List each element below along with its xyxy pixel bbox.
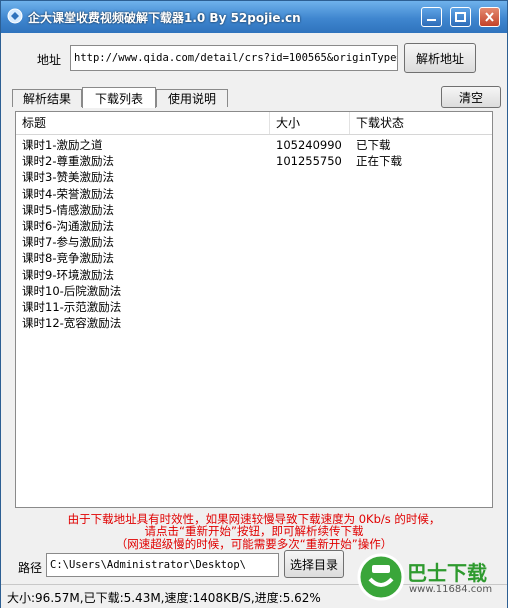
table-row[interactable]: 课时7-参与激励法 [16, 234, 492, 250]
column-size[interactable]: 大小 [270, 112, 350, 134]
app-logo-icon [7, 8, 23, 24]
path-label: 路径 [18, 561, 43, 575]
address-label: 地址 [37, 53, 62, 67]
download-list[interactable]: 标题 大小 下载状态 课时1-激励之道 105240990 已下载 课时2-尊重激励法… [15, 111, 493, 508]
minimize-icon [427, 19, 436, 21]
clear-button[interactable]: 清空 [441, 86, 501, 108]
column-status[interactable]: 下载状态 [350, 112, 492, 134]
cell-size: 101255750 [276, 154, 342, 169]
close-icon [485, 12, 494, 22]
table-row[interactable]: 课时2-尊重激励法 101255750 正在下载 [16, 153, 492, 169]
list-header: 标题 大小 下载状态 [16, 112, 492, 135]
cell-title: 课时5-情感激励法 [22, 202, 114, 217]
select-directory-button[interactable]: 选择目录 [284, 550, 344, 578]
maximize-icon [455, 12, 466, 22]
cell-title: 课时6-沟通激励法 [22, 219, 114, 233]
table-row[interactable]: 课时8-竞争激励法 [16, 250, 492, 266]
parse-address-button[interactable]: 解析地址 [404, 43, 476, 73]
close-button[interactable] [479, 7, 500, 27]
address-input[interactable]: http://www.qida.com/detail/crs?id=100565… [70, 45, 398, 71]
watermark-brand: 巴士下载 [407, 561, 487, 585]
table-row[interactable]: 课时12-宽容激励法 [16, 315, 492, 331]
notice-line-3: （网速超级慢的时候，可能需要多次“重新开始”操作） [115, 537, 393, 551]
cell-title: 课时9-环境激励法 [22, 267, 114, 282]
table-row[interactable]: 课时5-情感激励法 [16, 202, 492, 218]
title-bar[interactable]: 企大课堂收费视频破解下载器1.0 By 52pojie.cn [1, 1, 507, 33]
cell-size: 105240990 [276, 138, 342, 152]
watermark-url: www.11684.com [409, 584, 493, 595]
table-row[interactable]: 课时6-沟通激励法 [16, 218, 492, 234]
cell-title: 课时8-竞争激励法 [22, 251, 114, 266]
table-row[interactable]: 课时11-示范激励法 [16, 299, 492, 315]
minimize-button[interactable] [421, 7, 442, 27]
cell-title: 课时4-荣誉激励法 [22, 186, 114, 201]
window-title: 企大课堂收费视频破解下载器1.0 By 52pojie.cn [28, 11, 301, 25]
maximize-button[interactable] [450, 7, 471, 27]
cell-title: 课时7-参与激励法 [22, 235, 114, 250]
cell-title: 课时3-赞美激励法 [22, 170, 114, 185]
table-row[interactable]: 课时10-后院激励法 [16, 283, 492, 299]
cell-title: 课时10-后院激励法 [22, 283, 122, 298]
cell-status: 正在下载 [356, 154, 402, 169]
table-row[interactable]: 课时4-荣誉激励法 [16, 186, 492, 202]
tab-download-list[interactable]: 下载列表 [82, 87, 156, 108]
cell-status: 已下载 [356, 138, 391, 152]
cell-title: 课时12-宽容激励法 [22, 316, 122, 331]
cell-title: 课时2-尊重激励法 [22, 154, 114, 169]
status-text: 大小:96.57M,已下载:5.43M,速度:1408KB/S,进度:5.62% [7, 591, 321, 605]
table-row[interactable]: 课时9-环境激励法 [16, 267, 492, 283]
table-row[interactable]: 课时1-激励之道 105240990 已下载 [16, 137, 492, 153]
table-row[interactable]: 课时3-赞美激励法 [16, 169, 492, 185]
tab-parse-results[interactable]: 解析结果 [12, 89, 82, 107]
watermark-logo: 巴士下载 www.11684.com [355, 551, 505, 607]
watermark-icon [357, 553, 405, 601]
app-window: 企大课堂收费视频破解下载器1.0 By 52pojie.cn 地址 http:/… [0, 0, 508, 608]
column-title[interactable]: 标题 [16, 112, 270, 134]
tab-instructions[interactable]: 使用说明 [156, 89, 228, 107]
cell-title: 课时1-激励之道 [22, 138, 103, 152]
path-input[interactable]: C:\Users\Administrator\Desktop\ [46, 553, 279, 577]
cell-title: 课时11-示范激励法 [22, 300, 122, 314]
